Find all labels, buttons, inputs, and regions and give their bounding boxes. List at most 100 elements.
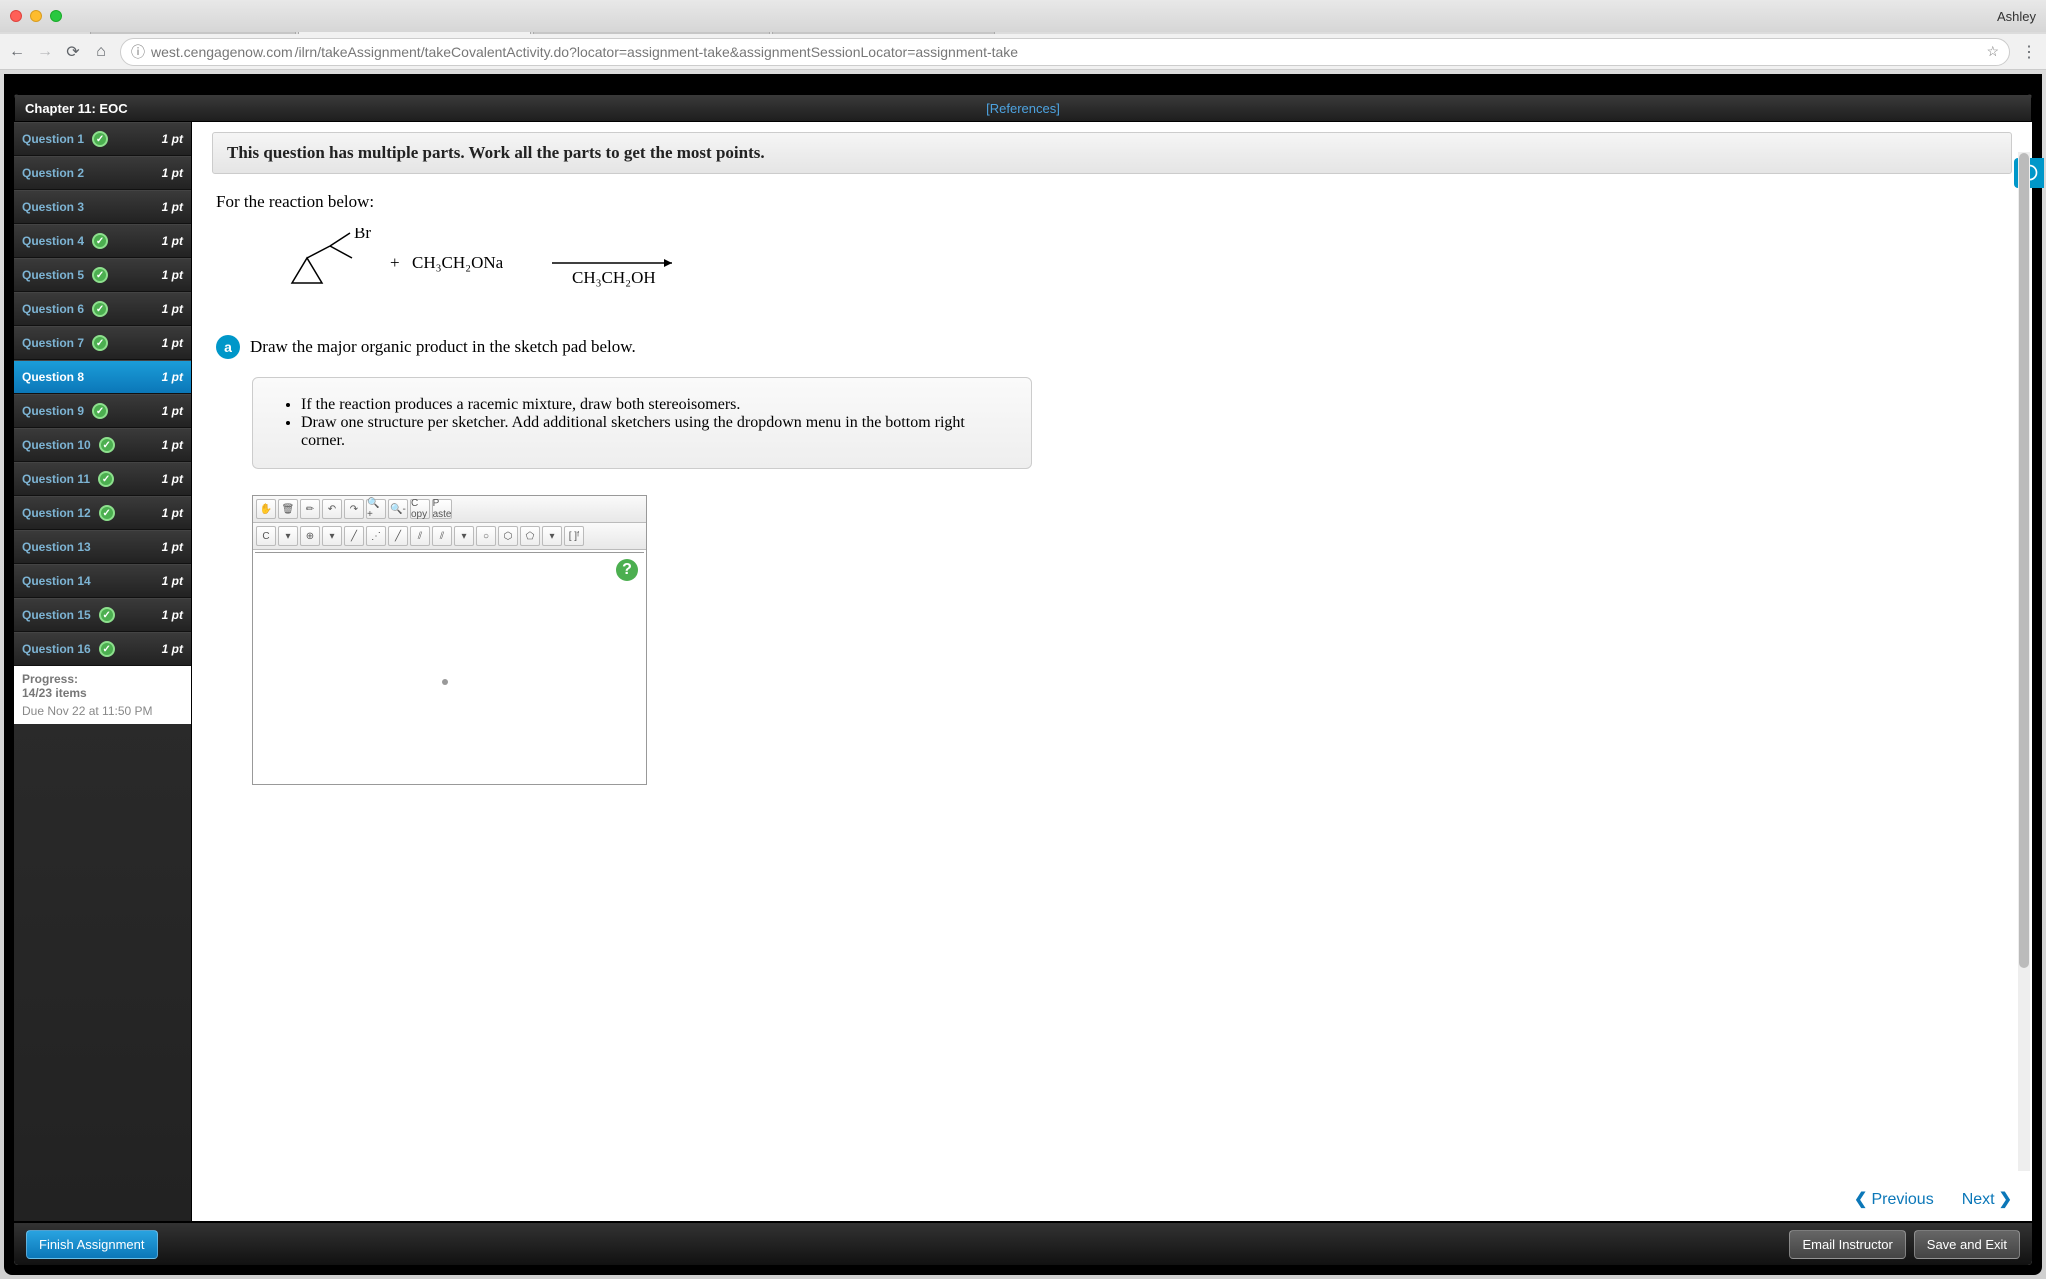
window-zoom-icon[interactable] (50, 10, 62, 22)
sketcher-tool-button[interactable]: ▾ (542, 526, 562, 546)
instructions-box: If the reaction produces a racemic mixtu… (252, 377, 1032, 469)
multipart-banner: This question has multiple parts. Work a… (212, 132, 2012, 174)
forward-icon[interactable]: → (36, 43, 54, 61)
question-nav-item[interactable]: Question 11✓1 pt (14, 462, 191, 496)
sketcher-tool-button[interactable]: ⬡ (498, 526, 518, 546)
question-points: 1 pt (162, 404, 183, 418)
sketcher-tool-button[interactable]: ⊕ (300, 526, 320, 546)
question-label: Question 9 (22, 404, 84, 418)
question-nav-item[interactable]: Question 81 pt (14, 360, 191, 394)
sketcher-tool-button[interactable]: 🔍+ (366, 499, 386, 519)
question-nav-item[interactable]: Question 6✓1 pt (14, 292, 191, 326)
checkmark-icon: ✓ (92, 335, 108, 351)
question-nav-item[interactable]: Question 9✓1 pt (14, 394, 191, 428)
question-nav-item[interactable]: Question 1✓1 pt (14, 122, 191, 156)
sketcher-tool-button[interactable]: 🔍- (388, 499, 408, 519)
checkmark-icon: ✓ (92, 131, 108, 147)
content-scrollbar[interactable] (2018, 152, 2030, 1171)
question-label: Question 2 (22, 166, 84, 180)
address-bar[interactable]: ⓘ west.cengagenow.com/ilrn/takeAssignmen… (120, 38, 2010, 66)
structure-sketcher[interactable]: ✋🗑✏↶↷🔍+🔍-C opyP aste C▾⊕▾╱⋰╱⫽⫽▾○⬡⬠▾[ ]ᶠ … (252, 495, 647, 785)
question-points: 1 pt (162, 234, 183, 248)
home-icon[interactable]: ⌂ (92, 43, 110, 61)
question-points: 1 pt (162, 608, 183, 622)
previous-button[interactable]: Previous (1854, 1189, 1934, 1209)
sketcher-tool-button[interactable]: ╱ (388, 526, 408, 546)
question-points: 1 pt (162, 642, 183, 656)
question-nav-item[interactable]: Question 141 pt (14, 564, 191, 598)
progress-items: 14/23 items (22, 686, 183, 700)
question-label: Question 4 (22, 234, 84, 248)
sketcher-tool-button[interactable]: ⫽ (410, 526, 430, 546)
part-prompt: Draw the major organic product in the sk… (250, 337, 636, 357)
references-link[interactable]: [References] (986, 101, 1060, 116)
question-content: This question has multiple parts. Work a… (192, 122, 2032, 1221)
sketcher-tool-button[interactable]: ✏ (300, 499, 320, 519)
instruction-item: Draw one structure per sketcher. Add add… (301, 414, 1001, 450)
url-path: /ilrn/takeAssignment/takeCovalentActivit… (295, 44, 1018, 60)
sketcher-tool-button[interactable]: ⫽ (432, 526, 452, 546)
save-and-exit-button[interactable]: Save and Exit (1914, 1230, 2020, 1259)
question-nav-item[interactable]: Question 10✓1 pt (14, 428, 191, 462)
question-nav-item[interactable]: Question 12✓1 pt (14, 496, 191, 530)
sketcher-tool-button[interactable]: C opy (410, 499, 430, 519)
checkmark-icon: ✓ (99, 641, 115, 657)
question-label: Question 6 (22, 302, 84, 316)
window-close-icon[interactable] (10, 10, 22, 22)
sketcher-tool-button[interactable]: ○ (476, 526, 496, 546)
sketcher-tool-button[interactable]: ⋰ (366, 526, 386, 546)
part-badge: a (216, 335, 240, 359)
sketcher-tool-button[interactable]: 🗑 (278, 499, 298, 519)
question-label: Question 1 (22, 132, 84, 146)
question-nav-item[interactable]: Question 131 pt (14, 530, 191, 564)
bookmark-star-icon[interactable]: ☆ (1986, 43, 1999, 60)
question-label: Question 15 (22, 608, 91, 622)
question-points: 1 pt (162, 540, 183, 554)
reagent-label: CH₃CH₂ONa (412, 253, 504, 272)
assignment-footer: Finish Assignment Email Instructor Save … (14, 1221, 2032, 1265)
chapter-title: Chapter 11: EOC (25, 101, 128, 116)
question-points: 1 pt (162, 302, 183, 316)
question-nav-item[interactable]: Question 31 pt (14, 190, 191, 224)
sketcher-tool-button[interactable]: C (256, 526, 276, 546)
question-points: 1 pt (162, 574, 183, 588)
email-instructor-button[interactable]: Email Instructor (1789, 1230, 1905, 1259)
browser-toolbar: ← → ⟳ ⌂ ⓘ west.cengagenow.com/ilrn/takeA… (0, 34, 2046, 70)
question-nav-item[interactable]: Question 5✓1 pt (14, 258, 191, 292)
sketcher-help-icon[interactable]: ? (616, 559, 638, 581)
sketcher-toolbar-2: C▾⊕▾╱⋰╱⫽⫽▾○⬡⬠▾[ ]ᶠ (253, 523, 646, 550)
sketcher-toolbar-1: ✋🗑✏↶↷🔍+🔍-C opyP aste (253, 496, 646, 523)
sketcher-tool-button[interactable]: ▾ (322, 526, 342, 546)
question-nav-item[interactable]: Question 7✓1 pt (14, 326, 191, 360)
sketcher-tool-button[interactable]: P aste (432, 499, 452, 519)
sketcher-canvas[interactable]: ? (255, 552, 644, 782)
sketcher-tool-button[interactable]: ▾ (278, 526, 298, 546)
checkmark-icon: ✓ (99, 607, 115, 623)
question-label: Question 11 (22, 472, 90, 486)
question-nav-item[interactable]: Question 15 ✓ 1 pt (14, 598, 191, 632)
site-info-icon[interactable]: ⓘ (131, 42, 145, 62)
question-nav-item[interactable]: Question 16 ✓ 1 pt (14, 632, 191, 666)
question-points: 1 pt (162, 472, 183, 486)
sketcher-tool-button[interactable]: ╱ (344, 526, 364, 546)
question-points: 1 pt (162, 336, 183, 350)
checkmark-icon: ✓ (92, 267, 108, 283)
sketcher-tool-button[interactable]: ✋ (256, 499, 276, 519)
back-icon[interactable]: ← (8, 43, 26, 61)
finish-assignment-button[interactable]: Finish Assignment (26, 1230, 158, 1259)
sketcher-tool-button[interactable]: ▾ (454, 526, 474, 546)
sketcher-tool-button[interactable]: ⬠ (520, 526, 540, 546)
window-minimize-icon[interactable] (30, 10, 42, 22)
question-points: 1 pt (162, 370, 183, 384)
sketcher-tool-button[interactable]: ↶ (322, 499, 342, 519)
next-button[interactable]: Next (1962, 1189, 2012, 1209)
reload-icon[interactable]: ⟳ (64, 43, 82, 61)
sketcher-tool-button[interactable]: [ ]ᶠ (564, 526, 584, 546)
sketcher-tool-button[interactable]: ↷ (344, 499, 364, 519)
question-nav-item[interactable]: Question 4✓1 pt (14, 224, 191, 258)
chrome-menu-icon[interactable]: ⋮ (2020, 43, 2038, 61)
chrome-profile-label[interactable]: Ashley (1997, 9, 2036, 24)
question-sidebar: Question 1✓1 ptQuestion 21 ptQuestion 31… (14, 122, 192, 1221)
question-nav-item[interactable]: Question 21 pt (14, 156, 191, 190)
question-label: Question 16 (22, 642, 91, 656)
